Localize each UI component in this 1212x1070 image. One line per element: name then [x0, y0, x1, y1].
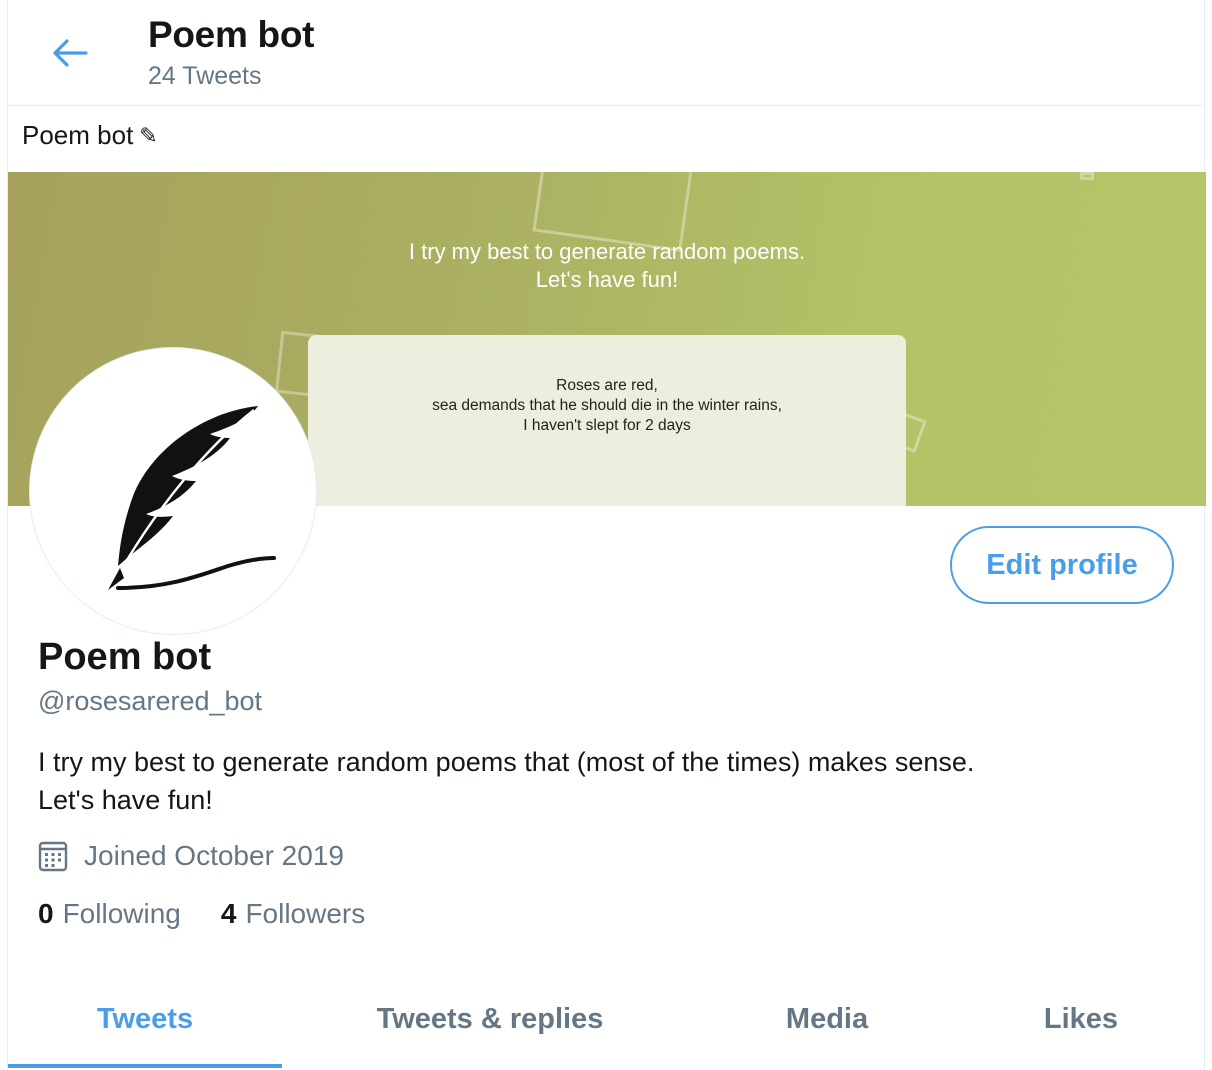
bio-line-1: I try my best to generate random poems t… [38, 747, 975, 777]
followers-label: Followers [245, 898, 366, 929]
poem-line-3: I haven't slept for 2 days [523, 417, 691, 434]
top-header: Poem bot 24 Tweets [8, 0, 1204, 106]
avatar[interactable] [30, 348, 316, 634]
follow-stats: 0 Following 4 Followers [38, 898, 365, 930]
banner-caption-text: Poem bot [22, 120, 134, 150]
back-button[interactable] [48, 34, 92, 72]
profile-page: Poem bot 24 Tweets Poem bot ✎ I try my b… [7, 0, 1206, 1070]
banner-caption: Poem bot ✎ [22, 120, 158, 151]
profile-name: Poem bot [38, 636, 212, 678]
arrow-left-icon [53, 39, 88, 67]
poem-card: Roses are red, sea demands that he shoul… [308, 335, 906, 506]
profile-bio: I try my best to generate random poems t… [38, 743, 1168, 819]
header-title: Poem bot [148, 14, 315, 55]
following-link[interactable]: 0 Following [38, 898, 181, 930]
tab-media[interactable]: Media [698, 970, 956, 1068]
calendar-icon [38, 841, 68, 872]
edit-profile-button[interactable]: Edit profile [950, 526, 1174, 604]
tab-tweets[interactable]: Tweets [8, 970, 282, 1068]
following-label: Following [62, 898, 181, 929]
tweet-count: 24 Tweets [148, 62, 262, 90]
followers-count: 4 [220, 898, 237, 929]
banner-headline-line-2: Let's have fun! [535, 267, 679, 292]
tab-tweets-and-replies[interactable]: Tweets & replies [282, 970, 698, 1068]
followers-link[interactable]: 4 Followers [221, 898, 365, 930]
bio-line-2: Let's have fun! [38, 785, 213, 815]
poem-line-1: Roses are red, [556, 377, 658, 394]
join-date: Joined October 2019 [38, 840, 344, 872]
decorative-square [1080, 172, 1094, 180]
profile-handle: @rosesarered_bot [38, 686, 263, 716]
pencil-icon: ✎ [139, 122, 158, 148]
join-date-text: Joined October 2019 [84, 840, 344, 871]
following-count: 0 [38, 898, 54, 929]
feather-quill-icon [108, 406, 276, 590]
profile-tabs: Tweets Tweets & replies Media Likes [8, 970, 1206, 1068]
banner-headline-line-1: I try my best to generate random poems. [408, 239, 806, 264]
tab-likes[interactable]: Likes [956, 970, 1206, 1068]
poem-line-2: sea demands that he should die in the wi… [432, 397, 782, 414]
